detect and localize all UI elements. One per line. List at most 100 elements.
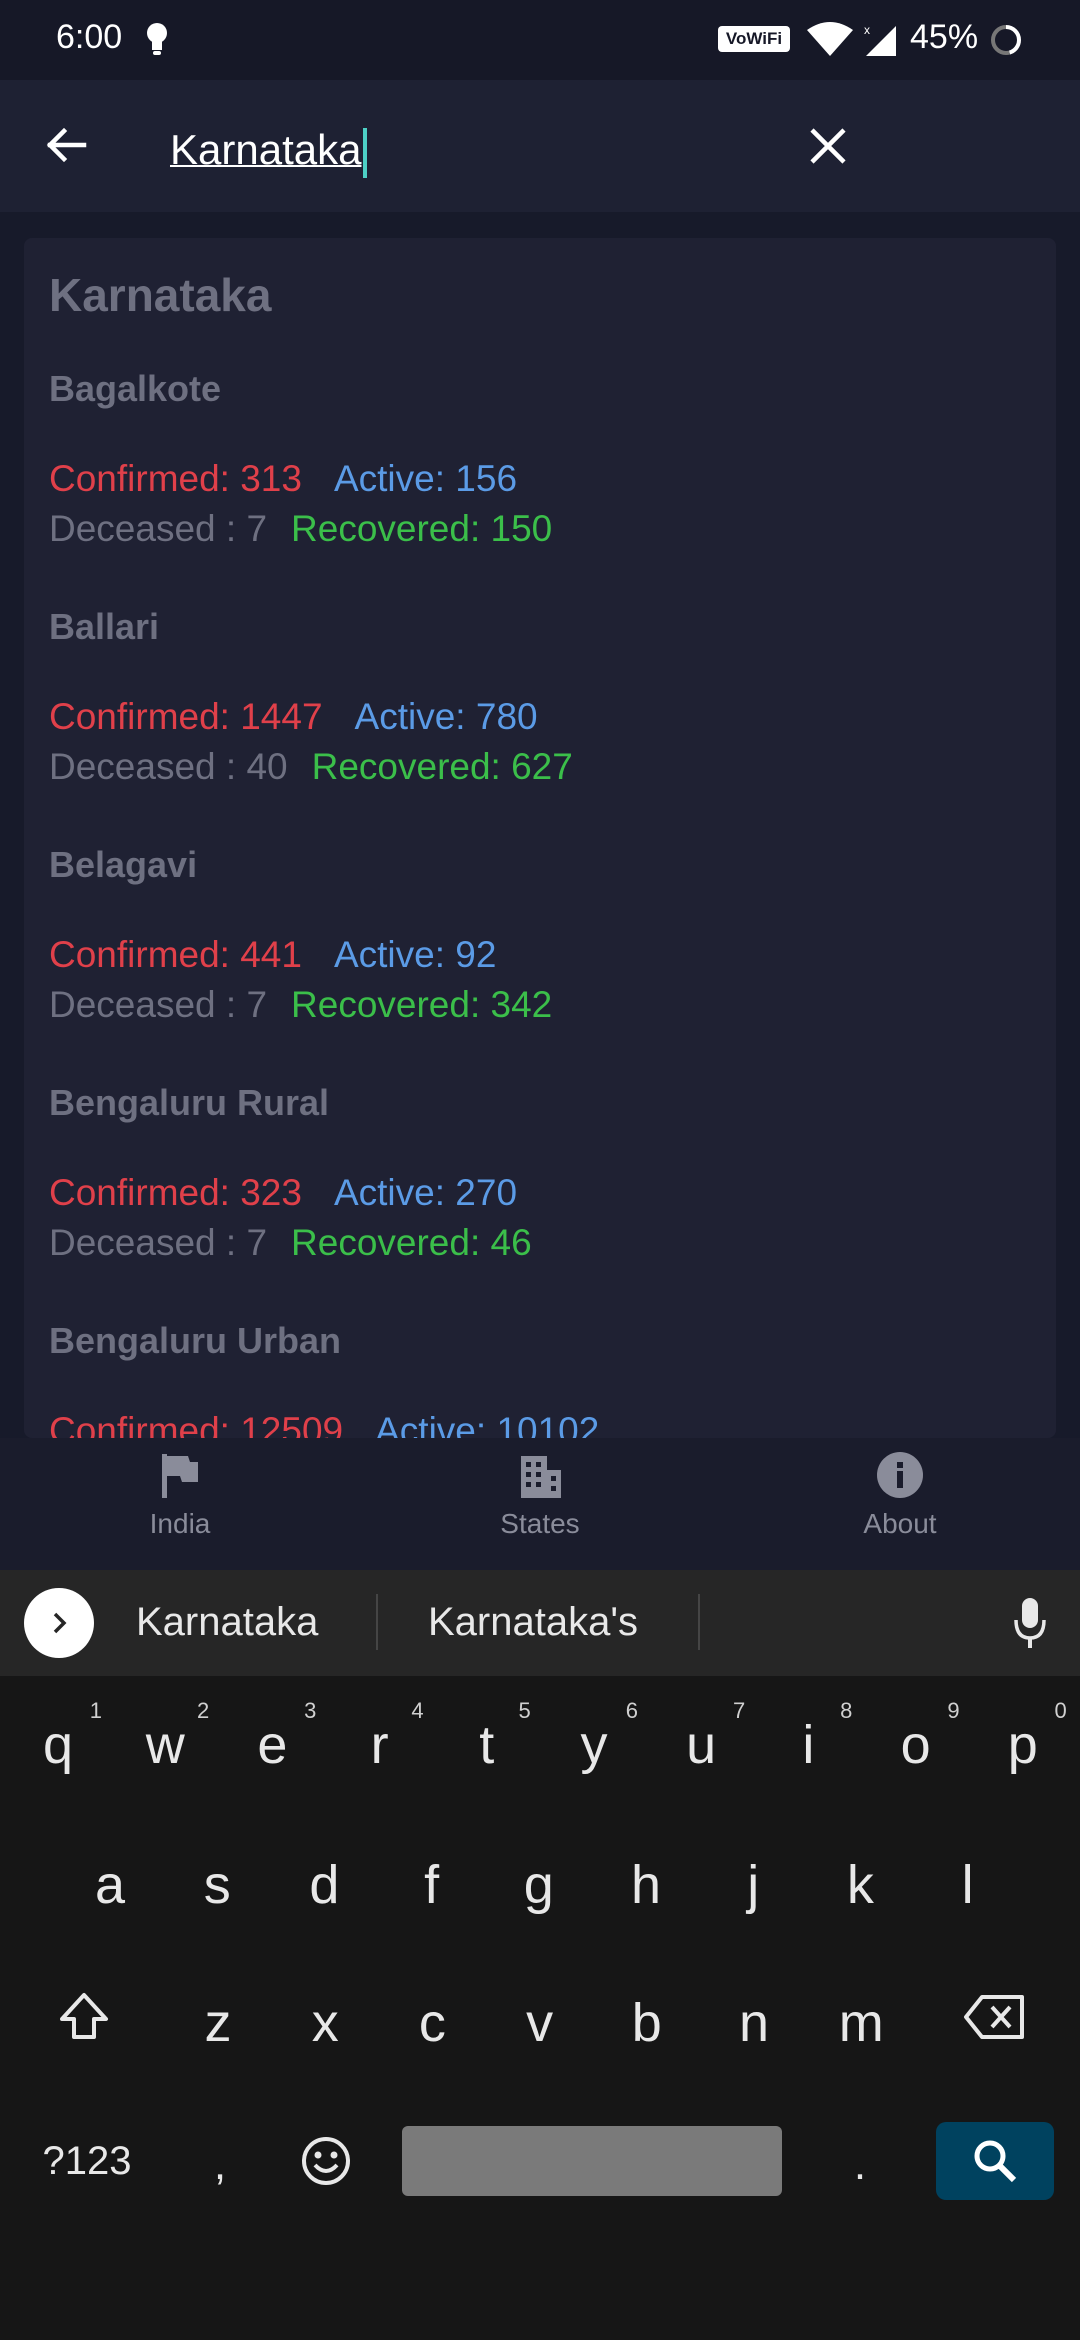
key-hint: 0 [1054, 1698, 1067, 1723]
district-name: Belagavi [49, 844, 198, 885]
key-g[interactable]: g [489, 1830, 589, 1940]
key-label: n [738, 1993, 770, 2053]
recovered-count: Recovered: 46 [291, 1222, 532, 1263]
key-z[interactable]: z [168, 1968, 268, 2078]
key-o[interactable]: o9 [866, 1690, 966, 1800]
key-hint: 6 [625, 1698, 638, 1723]
symbols-key[interactable]: ?123 [22, 2106, 152, 2216]
key-label: w [145, 1715, 185, 1775]
key-d[interactable]: d [274, 1830, 374, 1940]
district-item: Belagavi Confirmed: 441 Active: 92 Deceas… [49, 844, 1049, 1034]
recovered-count: Recovered: 342 [291, 984, 553, 1025]
key-q[interactable]: q1 [8, 1690, 108, 1800]
svg-text:x: x [864, 23, 870, 37]
confirmed-count: Confirmed: 323 [49, 1172, 302, 1213]
key-label: x [311, 1993, 339, 2053]
suggestion-2[interactable]: Karnataka's [428, 1600, 638, 1645]
key-label: d [309, 1855, 340, 1915]
clear-search-button[interactable] [796, 112, 860, 180]
key-hint: 3 [304, 1698, 317, 1723]
key-y[interactable]: y6 [544, 1690, 644, 1800]
suggestion-1[interactable]: Karnataka [136, 1600, 318, 1645]
key-f[interactable]: f [382, 1830, 482, 1940]
chevron-right-icon [53, 1612, 67, 1634]
key-hint: 4 [411, 1698, 424, 1723]
recovered-count: Recovered: 627 [311, 746, 573, 787]
key-label: k [846, 1855, 874, 1915]
vowifi-icon: VoWiFi [718, 26, 790, 52]
active-count: Active: 156 [333, 458, 518, 499]
key-label: j [747, 1855, 760, 1915]
key-label: b [631, 1993, 662, 2053]
key-w[interactable]: w2 [115, 1690, 215, 1800]
key-label: e [257, 1715, 288, 1775]
key-hint: 7 [732, 1698, 746, 1723]
nav-about-label: About [863, 1508, 937, 1539]
key-label: r [370, 1715, 389, 1775]
district-name: Bagalkote [49, 368, 222, 409]
key-u[interactable]: u7 [651, 1690, 751, 1800]
battery-percent: 45% [910, 18, 979, 56]
nav-states[interactable]: States [440, 1450, 640, 1560]
key-e[interactable]: e3 [222, 1690, 322, 1800]
space-key[interactable] [402, 2126, 782, 2196]
district-item: Bagalkote Confirmed: 313 Active: 156 Dece… [49, 368, 1049, 558]
key-label: a [94, 1855, 126, 1915]
district-name: Bengaluru Rural [49, 1082, 330, 1123]
backspace-icon [964, 1995, 1024, 2039]
info-icon [877, 1452, 923, 1498]
lightbulb-icon [147, 23, 167, 55]
suggestion-divider [698, 1594, 700, 1650]
signal-icon: x [864, 23, 896, 56]
comma-key[interactable]: , [170, 2110, 270, 2220]
search-icon [974, 2140, 1017, 2183]
key-h[interactable]: h [596, 1830, 696, 1940]
key-hint: 2 [196, 1698, 210, 1723]
key-b[interactable]: b [597, 1968, 697, 2078]
nav-india[interactable]: India [80, 1450, 280, 1560]
emoji-key[interactable] [276, 2106, 376, 2216]
key-p[interactable]: p0 [973, 1690, 1073, 1800]
backspace-key[interactable] [944, 1962, 1044, 2072]
key-x[interactable]: x [275, 1968, 375, 2078]
nav-states-label: States [500, 1508, 580, 1539]
key-s[interactable]: s [167, 1830, 267, 1940]
close-icon [810, 128, 846, 164]
key-n[interactable]: n [704, 1968, 804, 2078]
key-label: i [802, 1715, 815, 1775]
district-name: Bengaluru Urban [49, 1320, 342, 1361]
key-label: h [630, 1855, 662, 1915]
period-key[interactable]: . [810, 2110, 910, 2220]
key-label: u [686, 1715, 717, 1775]
confirmed-count: Confirmed: 441 [49, 934, 302, 975]
key-hint: 8 [840, 1698, 853, 1723]
key-j[interactable]: j [703, 1830, 803, 1940]
key-t[interactable]: t5 [437, 1690, 537, 1800]
deceased-count: Deceased : 7 [49, 1222, 268, 1263]
state-results-card[interactable]: Karnataka Bagalkote Confirmed: 313 Active… [24, 238, 1056, 1438]
shift-key[interactable] [34, 1962, 134, 2072]
key-label: l [961, 1855, 974, 1915]
back-button[interactable] [38, 110, 94, 180]
key-hint: 9 [947, 1698, 960, 1723]
key-c[interactable]: c [382, 1968, 482, 2078]
wifi-icon [807, 22, 853, 56]
key-a[interactable]: a [60, 1830, 160, 1940]
deceased-count: Deceased : 7 [49, 984, 268, 1025]
key-m[interactable]: m [811, 1968, 911, 2078]
key-i[interactable]: i8 [758, 1690, 858, 1800]
key-label: m [838, 1993, 884, 2053]
key-r[interactable]: r4 [330, 1690, 430, 1800]
suggestion-divider [376, 1594, 378, 1650]
key-v[interactable]: v [490, 1968, 590, 2078]
nav-india-label: India [149, 1508, 211, 1539]
nav-about[interactable]: About [800, 1450, 1000, 1560]
deceased-count: Deceased : 40 [49, 746, 288, 787]
key-l[interactable]: l [918, 1830, 1018, 1940]
key-k[interactable]: k [810, 1830, 910, 1940]
status-time: 6:00 [56, 18, 123, 56]
microphone-icon[interactable] [1012, 1594, 1048, 1654]
search-input[interactable]: Karnataka [170, 118, 770, 182]
suggestion-expand-button[interactable] [24, 1588, 94, 1658]
keyboard-search-key[interactable] [936, 2122, 1054, 2200]
